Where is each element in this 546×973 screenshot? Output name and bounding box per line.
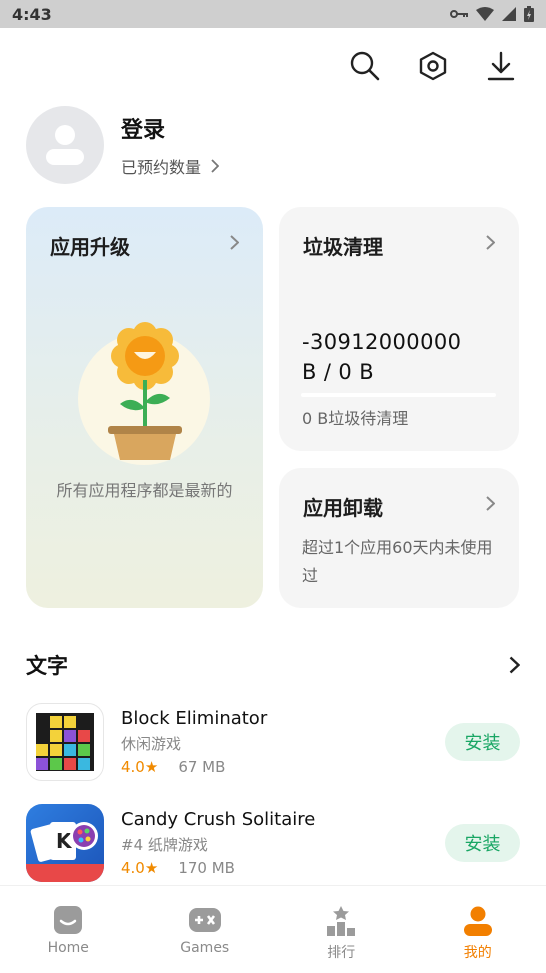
status-icons [450, 6, 534, 22]
vpn-key-icon [450, 8, 468, 20]
app-meta: 4.0★ 67 MB [121, 758, 445, 776]
install-button[interactable]: 安装 [445, 824, 520, 862]
chevron-right-icon [230, 235, 239, 250]
status-time: 4:43 [12, 5, 52, 24]
sunflower-illustration [90, 318, 200, 463]
nav-item-home[interactable]: Home [0, 886, 137, 973]
settings-icon [419, 51, 447, 81]
app-upgrade-message: 所有应用程序都是最新的 [46, 477, 243, 504]
nav-label: Home [48, 940, 89, 956]
app-info: Candy Crush Solitaire #4 纸牌游戏 4.0★ 170 M… [121, 809, 445, 877]
profile-section[interactable]: 登录 已预约数量 [26, 106, 219, 184]
top-actions [350, 48, 516, 84]
login-link[interactable]: 登录 [121, 112, 219, 144]
app-upgrade-card[interactable]: 应用升级 所有应用程序都是最新的 [26, 207, 263, 608]
search-button[interactable] [350, 48, 380, 84]
section-header[interactable]: 文字 [26, 650, 520, 680]
list-item[interactable]: Block Eliminator 休闲游戏 4.0★ 67 MB 安装 [26, 702, 520, 782]
install-button[interactable]: 安装 [445, 723, 520, 761]
reserved-count-link[interactable]: 已预约数量 [121, 154, 219, 178]
nav-label: 排行 [327, 942, 355, 962]
trash-size-line2: B / 0 B [302, 357, 461, 387]
download-button[interactable] [486, 48, 516, 84]
trash-progress-bar [301, 393, 496, 397]
trash-cleanup-card[interactable]: 垃圾清理 -30912000000 B / 0 B 0 B垃圾待清理 [279, 207, 519, 451]
nav-label: 我的 [464, 942, 492, 962]
user-icon [463, 906, 493, 936]
nav-item-games[interactable]: Games [137, 886, 274, 973]
block-grid-icon [36, 713, 94, 771]
status-bar: 4:43 [0, 0, 546, 28]
bottom-nav: Home Games 排行 我的 [0, 885, 546, 973]
app-name: Block Eliminator [121, 708, 445, 729]
settings-button[interactable] [418, 48, 448, 84]
chevron-right-icon [486, 496, 495, 511]
app-upgrade-title: 应用升级 [50, 231, 239, 260]
trash-size-value: -30912000000 B / 0 B [302, 327, 461, 387]
trash-size-line1: -30912000000 [302, 327, 461, 357]
block-eliminator-app-icon [26, 703, 104, 781]
nav-item-mine[interactable]: 我的 [410, 886, 546, 973]
app-rating: 4.0★ [121, 758, 158, 776]
signal-icon [502, 7, 516, 21]
app-uninstall-title: 应用卸载 [303, 492, 495, 521]
home-icon [52, 906, 84, 934]
app-info: Block Eliminator 休闲游戏 4.0★ 67 MB [121, 708, 445, 776]
app-uninstall-card[interactable]: 应用卸载 超过1个应用60天内未使用过 [279, 468, 519, 608]
ranking-icon [325, 906, 357, 936]
app-meta: 4.0★ 170 MB [121, 859, 445, 877]
app-size: 67 MB [178, 758, 225, 776]
profile-text: 登录 已预约数量 [121, 112, 219, 178]
trash-note: 0 B垃圾待清理 [302, 405, 408, 429]
app-size: 170 MB [178, 859, 235, 877]
trash-cleanup-title: 垃圾清理 [303, 231, 495, 260]
reserved-count-label: 已预约数量 [121, 154, 201, 178]
candy-crush-solitaire-app-icon: K [26, 804, 104, 882]
section-title: 文字 [26, 650, 68, 680]
download-icon [487, 51, 515, 81]
nav-label: Games [180, 940, 229, 956]
user-icon [45, 123, 85, 167]
chevron-right-icon [486, 235, 495, 250]
avatar[interactable] [26, 106, 104, 184]
nav-item-ranking[interactable]: 排行 [273, 886, 410, 973]
wifi-icon [476, 7, 494, 21]
app-uninstall-note: 超过1个应用60天内未使用过 [302, 534, 502, 590]
list-item[interactable]: K Candy Crush Solitaire #4 纸牌游戏 4.0★ 170… [26, 803, 520, 883]
search-icon [350, 51, 380, 81]
chevron-right-icon [211, 159, 219, 173]
app-name: Candy Crush Solitaire [121, 809, 445, 830]
gamepad-icon [188, 906, 222, 934]
chevron-right-icon[interactable] [509, 656, 520, 674]
battery-icon [524, 6, 534, 22]
app-category: #4 纸牌游戏 [121, 834, 445, 855]
app-category: 休闲游戏 [121, 733, 445, 754]
cards-illustration-icon: K [26, 804, 104, 882]
app-rating: 4.0★ [121, 859, 158, 877]
